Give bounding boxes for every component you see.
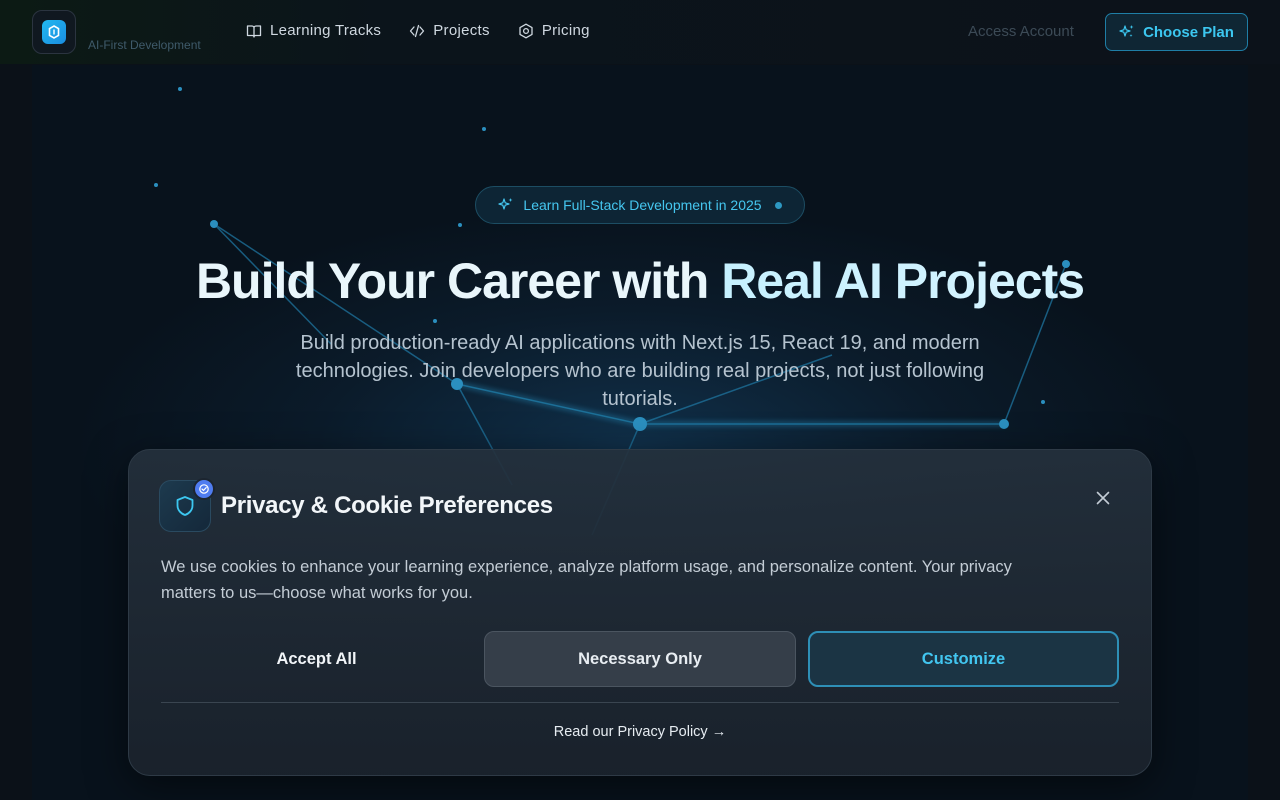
sparkles-icon (498, 198, 513, 210)
nav-link-label: Pricing (541, 22, 590, 39)
top-nav: AI-First Development Learning Tracks Pro… (0, 0, 1280, 64)
hero-title-part1: Build Your Career with (195, 253, 722, 309)
book-icon (246, 24, 262, 38)
status-dot (774, 201, 782, 209)
nav-link-label: Learning Tracks (270, 22, 382, 39)
hero-badge: Learn Full-Stack Development in 2025 (475, 186, 805, 224)
hero-badge-label: Learn Full-Stack Development in 2025 (523, 197, 762, 213)
logo[interactable] (32, 10, 76, 54)
close-icon (1096, 491, 1110, 505)
cookie-dialog-title: Privacy & Cookie Preferences (221, 492, 553, 519)
brand-subtitle: AI-First Development (88, 38, 201, 52)
sparkles-icon (1119, 25, 1134, 37)
nav-link-learning-tracks[interactable]: Learning Tracks (246, 22, 381, 39)
logo-icon (42, 20, 66, 44)
hero-subtitle: Build production-ready AI applications w… (295, 332, 985, 410)
shield-icon (176, 496, 194, 516)
hero-title: Build Your Career with Real AI Projects (0, 252, 1280, 310)
hexagon-icon (519, 23, 533, 38)
choose-plan-button[interactable]: Choose Plan (1105, 13, 1248, 51)
customize-button[interactable]: Customize (808, 631, 1119, 687)
check-badge-icon (193, 478, 215, 500)
nav-link-pricing[interactable]: Pricing (518, 22, 590, 39)
divider (161, 702, 1119, 703)
code-icon (410, 24, 425, 37)
necessary-only-button[interactable]: Necessary Only (484, 631, 796, 687)
nav-links: Learning Tracks Projects Pricing (246, 22, 590, 39)
close-button[interactable] (1093, 488, 1113, 508)
nav-link-projects[interactable]: Projects (409, 22, 490, 39)
cookie-consent-dialog: Privacy & Cookie Preferences We use cook… (128, 449, 1152, 776)
cookie-description: We use cookies to enhance your learning … (161, 558, 1012, 602)
choose-plan-label: Choose Plan (1143, 23, 1234, 41)
accept-all-button[interactable]: Accept All (161, 631, 472, 687)
nav-link-label: Projects (433, 22, 490, 39)
privacy-policy-link[interactable]: Read our Privacy Policy → (129, 724, 1151, 740)
access-account-link[interactable]: Access Account (968, 23, 1074, 40)
hero-title-accent: Real AI Projects (721, 253, 1085, 309)
